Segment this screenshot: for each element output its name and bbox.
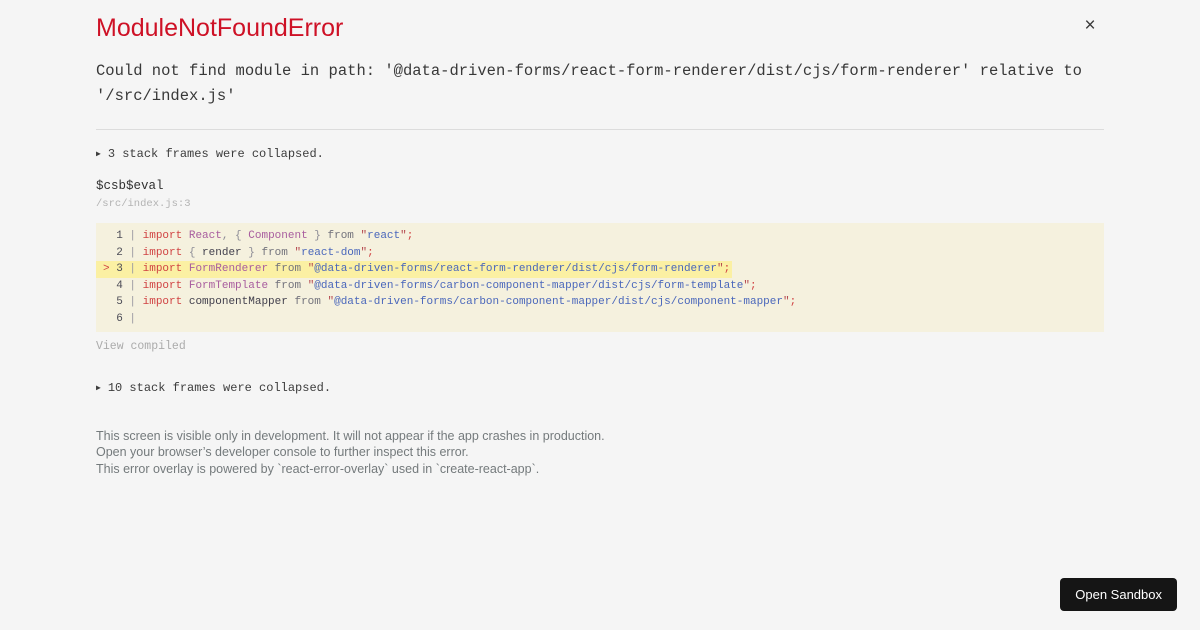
view-compiled-link[interactable]: View compiled <box>96 340 1104 353</box>
code-line: 5 | import componentMapper from "@data-d… <box>109 296 797 308</box>
stack-collapse-toggle-top[interactable]: ▶ 3 stack frames were collapsed. <box>96 147 1104 161</box>
dev-footer: This screen is visible only in developme… <box>96 428 1104 477</box>
code-snippet: 1 | import React, { Component } from "re… <box>96 223 1104 332</box>
collapse-arrow-icon: ▶ <box>96 384 101 393</box>
code-line: 1 | import React, { Component } from "re… <box>109 230 414 242</box>
stack-frame: $csb$eval /src/index.js:3 <box>96 179 1104 210</box>
footer-line: This screen is visible only in developme… <box>96 429 605 443</box>
open-sandbox-button[interactable]: Open Sandbox <box>1060 578 1177 611</box>
collapse-arrow-icon: ▶ <box>96 150 101 159</box>
stack-collapse-label: 3 stack frames were collapsed. <box>107 147 324 161</box>
stack-collapse-toggle-bottom[interactable]: ▶ 10 stack frames were collapsed. <box>96 381 1104 395</box>
error-overlay: × ModuleNotFoundError Could not find mod… <box>0 0 1200 477</box>
divider <box>96 129 1104 130</box>
stack-collapse-label: 10 stack frames were collapsed. <box>107 381 332 395</box>
code-line: 6 | <box>109 312 143 325</box>
footer-line: Open your browser’s developer console to… <box>96 445 469 460</box>
error-title: ModuleNotFoundError <box>96 14 344 42</box>
code-line-error: > 3 | import FormRenderer from "@data-dr… <box>96 261 733 278</box>
code-line: 4 | import FormTemplate from "@data-driv… <box>109 279 757 292</box>
close-icon[interactable]: × <box>1078 14 1102 38</box>
error-message: Could not find module in path: '@data-dr… <box>96 62 1092 105</box>
stack-frame-location: /src/index.js:3 <box>96 198 191 210</box>
stack-frame-function: $csb$eval <box>96 179 164 193</box>
footer-line: This error overlay is powered by `react-… <box>96 461 540 476</box>
code-line: 2 | import { render } from "react-dom"; <box>109 246 374 259</box>
